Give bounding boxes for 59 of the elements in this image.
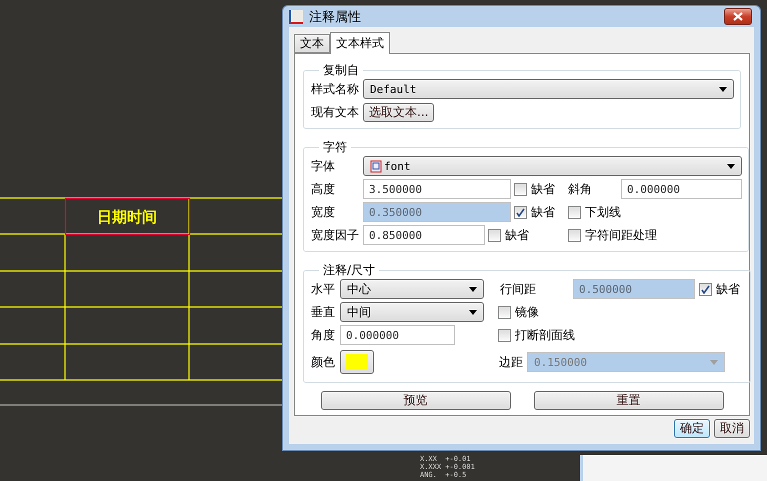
checkbox-label: 下划线	[585, 204, 621, 220]
checkbox-label: 字符间距处理	[585, 226, 657, 244]
action-button[interactable]: 重置	[534, 391, 724, 410]
input-field[interactable]: 0.850000	[363, 225, 485, 245]
field-label: 现有文本	[311, 104, 360, 120]
style-dropdown[interactable]: Default	[363, 79, 734, 99]
field-label: 垂直	[311, 304, 336, 320]
action-button[interactable]: 预览	[320, 391, 510, 410]
input-field[interactable]: 3.500000	[363, 179, 511, 199]
checkbox[interactable]	[488, 228, 501, 242]
checkbox-label: 镜像	[515, 304, 539, 320]
field-label: 宽度因子	[311, 226, 360, 244]
caret-icon	[469, 286, 477, 292]
check-icon	[516, 208, 525, 216]
field-label: 斜角	[568, 180, 593, 198]
horizontal-dropdown[interactable]: 中心	[340, 279, 484, 299]
window-title: 注释属性	[309, 8, 362, 26]
group-title: 注释/尺寸	[322, 262, 376, 279]
table-header-text: 日期时间	[97, 208, 157, 226]
close-icon	[733, 12, 743, 21]
field-label: 宽度	[311, 204, 336, 220]
vertical-dropdown[interactable]: 中间	[340, 302, 484, 322]
checkbox-label: 打断剖面线	[515, 326, 575, 344]
field-label: 颜色	[311, 354, 336, 370]
group-title: 复制自	[322, 62, 360, 79]
checkbox[interactable]	[498, 306, 511, 318]
field-label: 边距	[499, 354, 524, 370]
caret-icon	[727, 164, 735, 168]
font-icon	[370, 160, 382, 172]
input-field[interactable]: 0.000000	[621, 179, 742, 199]
select-text-button[interactable]: 选取文本...	[363, 102, 434, 122]
tab[interactable]: 文本	[294, 34, 330, 53]
checkbox-label: 缺省	[531, 180, 555, 198]
dialog-button[interactable]: 确定	[674, 419, 710, 438]
close-button[interactable]	[724, 8, 752, 25]
checkbox[interactable]	[568, 228, 581, 242]
checkbox[interactable]	[568, 206, 581, 218]
input-field[interactable]: 0.000000	[340, 325, 455, 345]
field-label: 样式名称	[311, 80, 360, 98]
dialog-button[interactable]: 取消	[714, 419, 750, 438]
field-label: 角度	[311, 326, 336, 344]
field-label: 行间距	[500, 280, 537, 298]
caret-icon	[469, 310, 477, 314]
app-icon	[289, 10, 303, 24]
field-label: 水平	[311, 280, 336, 298]
caret-icon	[719, 86, 727, 92]
tab[interactable]: 文本样式	[330, 32, 390, 54]
checkbox-label: 缺省	[531, 204, 555, 220]
checkbox[interactable]	[498, 328, 511, 342]
caret-icon	[710, 360, 718, 364]
field-label: 高度	[311, 180, 336, 198]
font-dropdown[interactable]: font	[363, 156, 742, 176]
check-icon	[701, 284, 710, 294]
checkbox-label: 缺省	[505, 226, 529, 244]
checkbox[interactable]	[514, 182, 527, 196]
color-picker-button[interactable]	[340, 350, 374, 374]
checkbox-label: 缺省	[716, 280, 740, 298]
group-title: 字符	[322, 139, 348, 156]
field-label: 字体	[311, 158, 336, 174]
